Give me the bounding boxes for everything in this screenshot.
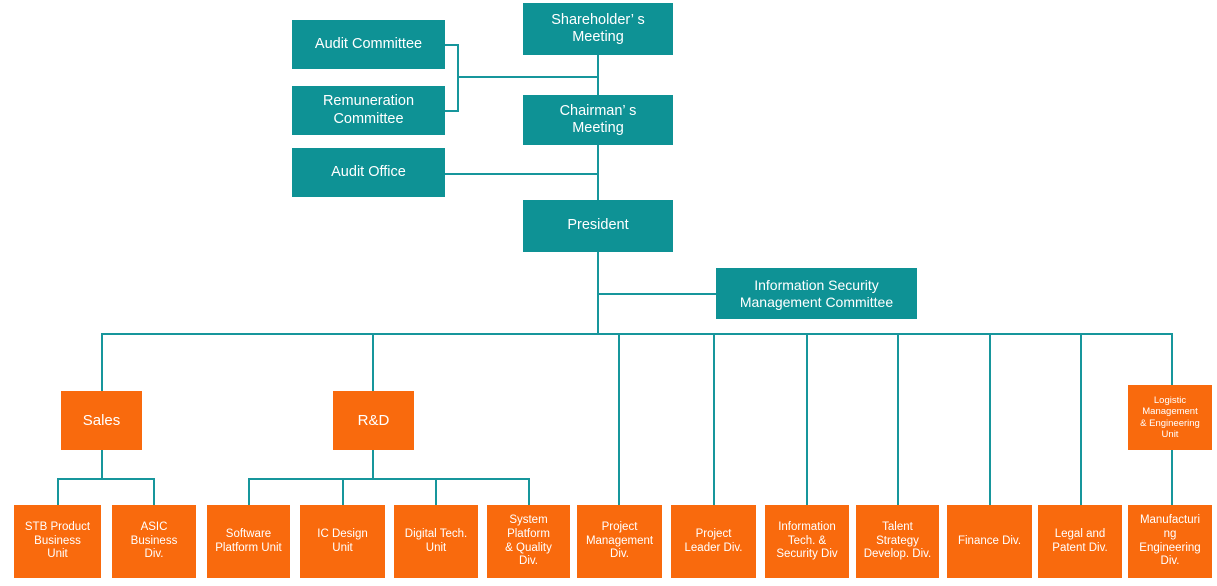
connector-committees-to-spine	[457, 76, 599, 78]
connector-bus-drop-finance	[989, 333, 991, 505]
node-ic-design-unit[interactable]: IC Design Unit	[300, 505, 385, 578]
node-president[interactable]: President	[523, 200, 673, 252]
connector-bus-drop-legal	[1080, 333, 1082, 505]
node-stb-product-business-unit[interactable]: STB Product Business Unit	[14, 505, 101, 578]
connector-main-bus	[101, 333, 1173, 335]
node-remuneration-committee[interactable]: Remuneration Committee	[292, 86, 445, 135]
node-project-management-div[interactable]: Project Management Div.	[577, 505, 662, 578]
organization-chart: Shareholder’ s Meeting Chairman’ s Meeti…	[0, 0, 1217, 586]
connector-rd-sub-bus	[248, 478, 530, 480]
node-software-platform-unit[interactable]: Software Platform Unit	[207, 505, 290, 578]
connector-rd-drop-digital-tech	[435, 478, 437, 505]
node-sales[interactable]: Sales	[61, 391, 142, 450]
node-finance-div[interactable]: Finance Div.	[947, 505, 1032, 578]
connector-bus-drop-rd	[372, 333, 374, 391]
node-legal-and-patent-div[interactable]: Legal and Patent Div.	[1038, 505, 1122, 578]
connector-sales-drop-stb	[57, 478, 59, 505]
connector-sales-drop-asic	[153, 478, 155, 505]
node-chairmans-meeting[interactable]: Chairman’ s Meeting	[523, 95, 673, 145]
connector-audit-committee-stub	[445, 44, 459, 46]
node-rd[interactable]: R&D	[333, 391, 414, 450]
connector-rd-drop-software	[248, 478, 250, 505]
connector-rd-stem	[372, 450, 374, 478]
connector-chairmans-to-president	[597, 145, 599, 200]
connector-bus-drop-logistic	[1171, 333, 1173, 385]
node-asic-business-div[interactable]: ASIC Business Div.	[112, 505, 196, 578]
connector-bus-drop-information-tech	[806, 333, 808, 505]
connector-sales-stem	[101, 450, 103, 478]
node-manufacturing-engineering-div[interactable]: Manufacturi ng Engineering Div.	[1128, 505, 1212, 578]
node-audit-committee[interactable]: Audit Committee	[292, 20, 445, 69]
node-audit-office[interactable]: Audit Office	[292, 148, 445, 197]
node-talent-strategy-develop-div[interactable]: Talent Strategy Develop. Div.	[856, 505, 939, 578]
connector-bus-drop-project-leader	[713, 333, 715, 505]
connector-shareholders-to-chairmans	[597, 55, 599, 95]
connector-sales-sub-bus	[57, 478, 155, 480]
connector-rd-drop-system-platform	[528, 478, 530, 505]
connector-bus-drop-talent-strategy	[897, 333, 899, 505]
connector-bus-drop-sales	[101, 333, 103, 391]
node-shareholders-meeting[interactable]: Shareholder’ s Meeting	[523, 3, 673, 55]
connector-president-to-infosec	[597, 293, 716, 295]
node-project-leader-div[interactable]: Project Leader Div.	[671, 505, 756, 578]
connector-bus-drop-project-management	[618, 333, 620, 505]
connector-logistic-to-manufacturing	[1171, 450, 1173, 505]
connector-rd-drop-ic-design	[342, 478, 344, 505]
node-information-security-management-committee[interactable]: Information Security Management Committe…	[716, 268, 917, 319]
node-logistic-management-engineering-unit[interactable]: Logistic Management & Engineering Unit	[1128, 385, 1212, 450]
node-information-tech-security-div[interactable]: Information Tech. & Security Div	[765, 505, 849, 578]
connector-remuneration-committee-stub	[445, 110, 459, 112]
node-digital-tech-unit[interactable]: Digital Tech. Unit	[394, 505, 478, 578]
connector-audit-office-to-spine	[445, 173, 599, 175]
node-system-platform-quality-div[interactable]: System Platform & Quality Div.	[487, 505, 570, 578]
